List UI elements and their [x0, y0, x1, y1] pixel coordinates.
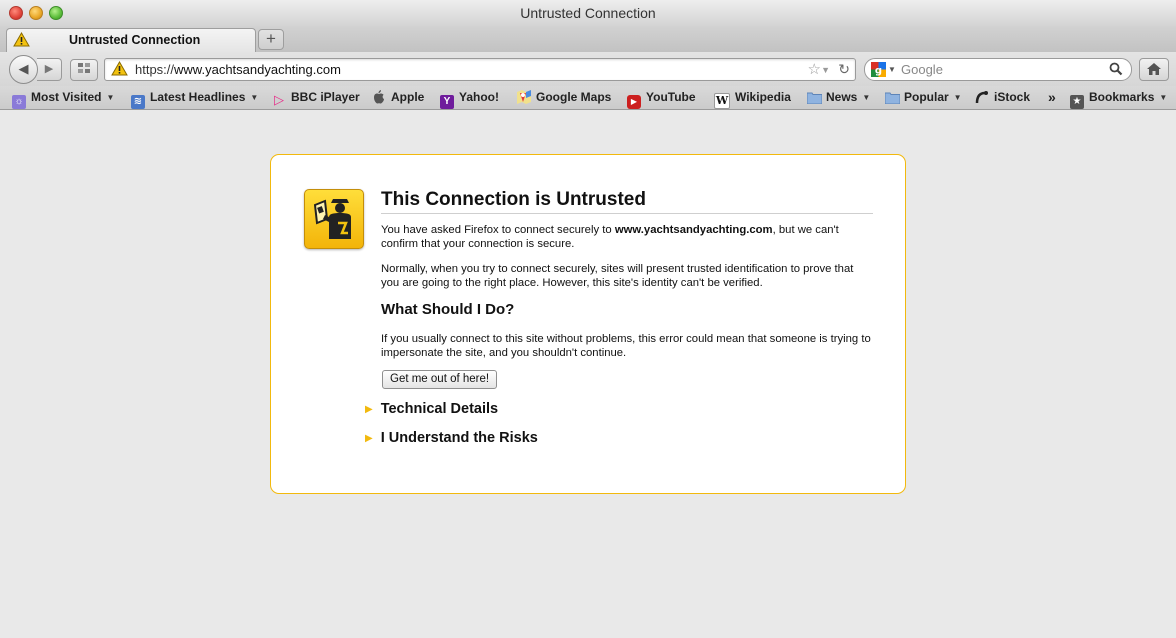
chevron-down-icon: ▼ [862, 93, 871, 102]
close-window-button[interactable] [9, 6, 23, 20]
bookmarks-star-icon: ★ [1070, 95, 1084, 109]
google-maps-icon [517, 90, 531, 104]
search-input[interactable]: Google [901, 59, 943, 80]
istock-icon [975, 90, 989, 104]
search-bar[interactable]: g ▼ Google [864, 58, 1132, 81]
error-explanation-text: Normally, when you try to connect secure… [381, 263, 854, 289]
bookmark-star-icon[interactable]: ☆ [808, 59, 821, 80]
bookmark-youtube[interactable]: ▶ YouTube [627, 86, 696, 109]
back-arrow-icon: ◀ [18, 61, 29, 76]
tab-title: Untrusted Connection [69, 33, 201, 47]
navigation-toolbar: ▶ ◀ https://www.yachtsandyachting.com ☆ … [0, 52, 1176, 86]
forward-arrow-icon: ▶ [44, 63, 54, 75]
page-content: This Connection is Untrusted You have as… [0, 110, 1176, 638]
url-text[interactable]: https://www.yachtsandyachting.com [135, 59, 341, 80]
get-me-out-button[interactable]: Get me out of here! [382, 370, 498, 389]
title-bar: Untrusted Connection [0, 0, 1176, 26]
search-icon[interactable] [1109, 62, 1123, 81]
identity-warning-icon[interactable] [111, 60, 128, 81]
back-forward-group: ▶ ◀ [9, 55, 62, 84]
error-box: This Connection is Untrusted You have as… [270, 154, 906, 494]
window-title: Untrusted Connection [520, 5, 656, 21]
tab-strip: Untrusted Connection + [0, 26, 1176, 53]
rss-icon: ≋ [131, 95, 145, 109]
bookmarks-overflow-button[interactable]: » [1048, 86, 1056, 109]
youtube-icon: ▶ [627, 95, 641, 109]
warning-icon [13, 31, 30, 54]
tab-untrusted-connection[interactable]: Untrusted Connection [6, 28, 256, 53]
bookmark-apple[interactable]: Apple [372, 86, 424, 109]
tab-groups-icon [77, 63, 91, 77]
url-scheme: https:// [135, 62, 175, 77]
chevron-down-icon: ▼ [106, 93, 115, 102]
history-dropdown-icon[interactable]: ▼ [821, 60, 830, 81]
error-title: This Connection is Untrusted [381, 189, 873, 214]
zoom-window-button[interactable] [49, 6, 63, 20]
expand-triangle-icon: ▶ [365, 433, 373, 444]
search-engine-dropdown-icon[interactable]: ▼ [888, 59, 896, 80]
folder-icon [884, 91, 901, 105]
wikipedia-icon: W [714, 93, 730, 109]
bookmark-istock[interactable]: iStock [975, 86, 1030, 109]
svg-text:g: g [875, 66, 882, 77]
reload-icon[interactable]: ↻ [838, 59, 850, 80]
error-intro-text: You have asked Firefox to connect secure… [381, 224, 839, 250]
new-tab-button[interactable]: + [258, 29, 284, 50]
bookmarks-toolbar: ☼ Most Visited ▼ ≋ Latest Headlines ▼ ▷ BBC i… [0, 86, 1176, 110]
bookmark-latest-headlines[interactable]: ≋ Latest Headlines ▼ [131, 86, 258, 109]
panorama-button[interactable] [70, 59, 98, 81]
bookmark-google-maps[interactable]: Google Maps [517, 86, 611, 109]
bookmarks-menu-button[interactable]: ★ Bookmarks ▼ [1070, 86, 1167, 109]
home-icon [1147, 63, 1161, 75]
bookmark-wikipedia[interactable]: W Wikipedia [714, 86, 791, 109]
bookmark-folder-news[interactable]: News ▼ [806, 86, 871, 109]
expand-triangle-icon: ▶ [365, 404, 373, 415]
technical-details-expander[interactable]: ▶ Technical Details [365, 401, 498, 417]
error-host: www.yachtsandyachting.com [614, 224, 773, 236]
folder-icon [806, 91, 823, 105]
minimize-window-button[interactable] [29, 6, 43, 20]
chevron-down-icon: ▼ [1159, 93, 1168, 102]
what-should-i-do-text: If you usually connect to this site with… [381, 333, 871, 359]
back-button[interactable]: ◀ [9, 55, 38, 84]
bookmark-folder-popular[interactable]: Popular ▼ [884, 86, 962, 109]
understand-risks-expander[interactable]: ▶ I Understand the Risks [365, 430, 538, 446]
what-should-i-do-heading: What Should I Do? [381, 301, 515, 318]
chevron-down-icon: ▼ [953, 93, 962, 102]
apple-icon [372, 90, 386, 104]
bookmark-yahoo[interactable]: Y Yahoo! [440, 86, 499, 109]
certificate-error-icon [304, 189, 364, 249]
forward-button[interactable]: ▶ [37, 58, 62, 81]
yahoo-icon: Y [440, 95, 454, 109]
chevron-down-icon: ▼ [250, 93, 259, 102]
url-bar[interactable]: https://www.yachtsandyachting.com ☆ ▼ ↻ [104, 58, 856, 81]
bookmark-bbc-iplayer[interactable]: ▷ BBC iPlayer [272, 86, 360, 109]
url-host: www.yachtsandyachting.com [174, 62, 341, 77]
bookmark-most-visited[interactable]: ☼ Most Visited ▼ [12, 86, 114, 109]
bbc-iplayer-icon: ▷ [274, 92, 284, 107]
most-visited-icon: ☼ [12, 95, 26, 109]
google-icon[interactable]: g [871, 62, 886, 77]
home-button[interactable] [1139, 58, 1169, 81]
